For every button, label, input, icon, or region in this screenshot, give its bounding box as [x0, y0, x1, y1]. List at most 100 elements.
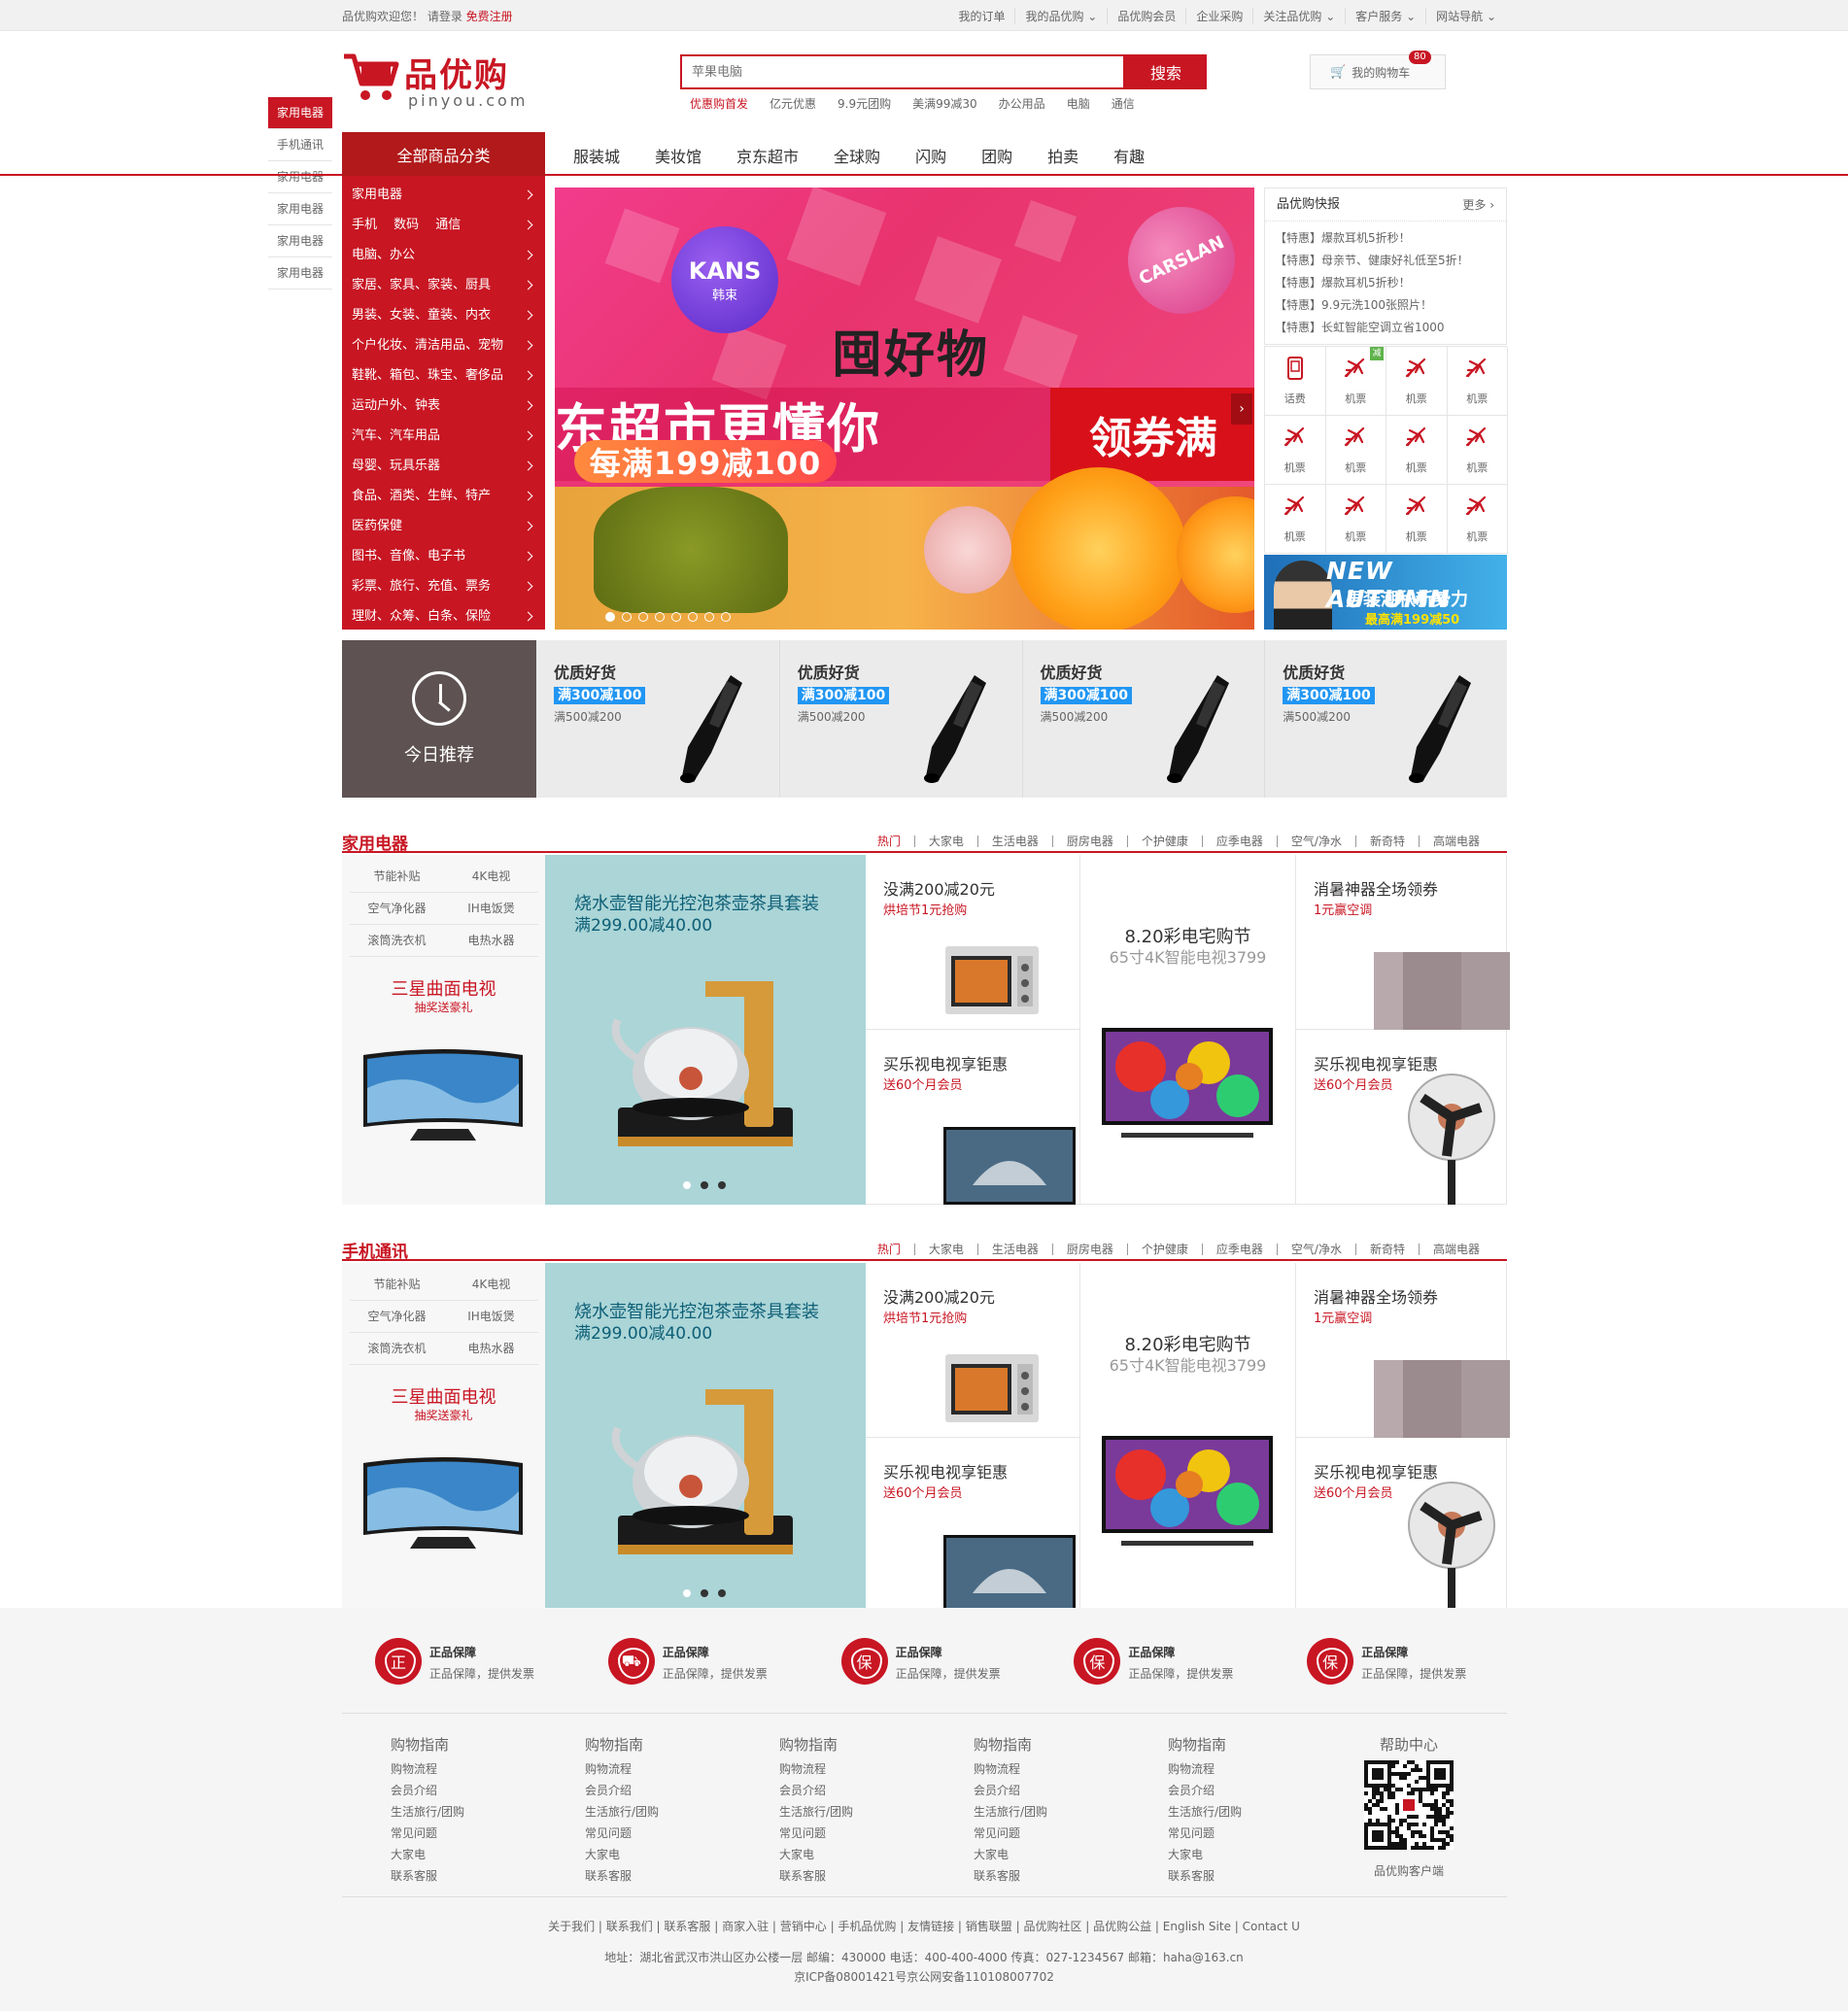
footer-link[interactable]: 会员介绍 — [585, 1780, 731, 1801]
floor-tag-link[interactable]: 电热水器 — [444, 925, 538, 957]
service-item[interactable]: 机票 — [1386, 485, 1448, 554]
category-item[interactable]: 彩票、旅行、充值、票务 — [342, 571, 545, 601]
category-item[interactable]: 个户化妆、清洁用品、宠物 — [342, 330, 545, 360]
floor-tab[interactable]: 厨房电器 — [1051, 1244, 1127, 1255]
floor-tag-link[interactable]: 空气净化器 — [350, 1301, 444, 1333]
service-item[interactable]: 机票 — [1265, 485, 1326, 554]
floor-tag-link[interactable]: IH电饭煲 — [444, 1301, 538, 1333]
slide-dot[interactable] — [622, 612, 632, 622]
hero-banner[interactable]: KANS 韩束 CARSLAN 囤好物 东超市更懂你 每满199减100 领券满… — [555, 187, 1254, 630]
floor-tab[interactable]: 大家电 — [913, 835, 977, 847]
category-item[interactable]: 家用电器 — [342, 180, 545, 210]
news-more-link[interactable]: 更多 › — [1462, 188, 1494, 221]
floor-tag-link[interactable]: 滚筒洗衣机 — [350, 925, 444, 957]
elevator-item[interactable]: 家用电器 — [268, 257, 332, 290]
category-item[interactable]: 手机 数码 通信 — [342, 210, 545, 240]
floor-tag-link[interactable]: 电热水器 — [444, 1333, 538, 1365]
floor-tab[interactable]: 生活电器 — [976, 1244, 1052, 1255]
tv-title[interactable]: 三星曲面电视 — [342, 1383, 545, 1409]
footer-link[interactable]: 大家电 — [391, 1844, 536, 1865]
slide-dot[interactable] — [655, 612, 665, 622]
category-item[interactable]: 医药保健 — [342, 511, 545, 541]
floor-tag-link[interactable]: 节能补贴 — [350, 1269, 444, 1301]
autumn-ad[interactable]: NEW AUTUMN 男装潮秋新势力 最高满199减50 — [1264, 555, 1507, 630]
footer-link[interactable]: 生活旅行/团购 — [585, 1801, 731, 1823]
promo-cell[interactable]: 买乐视电视享钜惠 送60个月会员 — [1296, 1030, 1507, 1205]
banner-next-icon[interactable]: › — [1231, 393, 1252, 425]
register-link[interactable]: 免费注册 — [466, 10, 513, 23]
hotword-link[interactable]: 电脑 — [1067, 95, 1090, 112]
footer-link[interactable]: 会员介绍 — [779, 1780, 925, 1801]
service-item[interactable]: 机票 — [1265, 416, 1326, 485]
floor-tag-link[interactable]: 4K电视 — [444, 861, 538, 893]
nav-item[interactable]: 全球购 — [834, 144, 880, 167]
cart-logo-icon[interactable] — [342, 51, 400, 105]
nav-item[interactable]: 团购 — [981, 144, 1012, 167]
footer-link[interactable]: 常见问题 — [1168, 1823, 1314, 1844]
service-item[interactable]: 机票 — [1447, 347, 1508, 416]
elevator-item[interactable]: 家用电器 — [268, 161, 332, 193]
hotword-link[interactable]: 亿元优惠 — [770, 95, 816, 112]
search-button[interactable]: 搜索 — [1125, 54, 1207, 89]
hotword-link[interactable]: 通信 — [1112, 95, 1135, 112]
footer-link[interactable]: 购物流程 — [585, 1758, 731, 1780]
footer-link[interactable]: 购物流程 — [974, 1758, 1119, 1780]
footer-link[interactable]: 大家电 — [1168, 1844, 1314, 1865]
promo-cell[interactable]: 买乐视电视享钜惠 送60个月会员 — [866, 1438, 1080, 1613]
search-input[interactable] — [682, 56, 1123, 87]
nav-item[interactable]: 美妆馆 — [655, 144, 702, 167]
top-link[interactable]: 我的订单 — [948, 8, 1014, 24]
news-item[interactable]: 【特惠】长虹智能空调立省1000 — [1275, 317, 1496, 339]
category-item[interactable]: 男装、女装、童装、内衣 — [342, 300, 545, 330]
service-item[interactable]: 机票 — [1386, 416, 1448, 485]
top-link[interactable]: 关注品优购 ⌄ — [1252, 8, 1345, 24]
floor-tab[interactable]: 新奇特 — [1354, 835, 1419, 847]
service-item[interactable]: 机票 — [1447, 416, 1508, 485]
category-item[interactable]: 家居、家具、家装、厨具 — [342, 270, 545, 300]
news-item[interactable]: 【特惠】母亲节、健康好礼低至5折！ — [1275, 250, 1496, 272]
top-link[interactable]: 企业采购 — [1185, 8, 1252, 24]
floor-tag-link[interactable]: 空气净化器 — [350, 893, 444, 925]
feature-dot[interactable] — [683, 1181, 691, 1189]
feature-dot[interactable] — [683, 1589, 691, 1597]
footer-link[interactable]: 联系客服 — [585, 1865, 731, 1887]
news-item[interactable]: 【特惠】爆款耳机5折秒！ — [1275, 272, 1496, 294]
floor-tab[interactable]: 高端电器 — [1418, 835, 1493, 847]
floor-tab[interactable]: 大家电 — [913, 1244, 977, 1255]
floor-feature[interactable]: 烧水壶智能光控泡茶壶茶具套装 满299.00减40.00 — [545, 855, 866, 1205]
slide-dot[interactable] — [721, 612, 731, 622]
service-item[interactable]: 机票 — [1386, 347, 1448, 416]
nav-item[interactable]: 有趣 — [1113, 144, 1145, 167]
footer-link[interactable]: 联系客服 — [391, 1865, 536, 1887]
nav-item[interactable]: 服装城 — [573, 144, 620, 167]
category-item[interactable]: 电脑、办公 — [342, 240, 545, 270]
curved-tv-image[interactable] — [359, 1448, 527, 1554]
promo-cell[interactable]: 买乐视电视享钜惠 送60个月会员 — [1296, 1438, 1507, 1613]
recommend-item[interactable]: 优质好货 满300减100 满500减200 — [536, 640, 779, 798]
promo-cell[interactable]: 消暑神器全场领券 1元赢空调 — [1296, 855, 1510, 1030]
hotword-link[interactable]: 优惠购首发 — [690, 95, 748, 112]
footer-link[interactable]: 购物流程 — [391, 1758, 536, 1780]
promo-cell[interactable]: 没满200减20元 烘培节1元抢购 — [866, 855, 1080, 1030]
service-item[interactable]: 机票 — [1447, 485, 1508, 554]
promo-cell[interactable]: 消暑神器全场领券 1元赢空调 — [1296, 1263, 1510, 1438]
footer-link[interactable]: 大家电 — [779, 1844, 925, 1865]
logo-text[interactable]: 品优购 — [404, 49, 509, 96]
floor-feature[interactable]: 烧水壶智能光控泡茶壶茶具套装 满299.00减40.00 — [545, 1263, 866, 1613]
footer-link[interactable]: 生活旅行/团购 — [779, 1801, 925, 1823]
category-item[interactable]: 图书、音像、电子书 — [342, 541, 545, 571]
floor-tab[interactable]: 应季电器 — [1201, 835, 1277, 847]
feature-dot[interactable] — [718, 1181, 726, 1189]
nav-item[interactable]: 闪购 — [915, 144, 946, 167]
footer-link[interactable]: 购物流程 — [1168, 1758, 1314, 1780]
floor-tag-link[interactable]: IH电饭煲 — [444, 893, 538, 925]
footer-link[interactable]: 会员介绍 — [974, 1780, 1119, 1801]
tv-title[interactable]: 三星曲面电视 — [342, 975, 545, 1001]
category-item[interactable]: 母婴、玩具乐器 — [342, 451, 545, 481]
footer-link[interactable]: 购物流程 — [779, 1758, 925, 1780]
slide-dot[interactable] — [704, 612, 714, 622]
footer-link[interactable]: 常见问题 — [391, 1823, 536, 1844]
floor-tab[interactable]: 高端电器 — [1418, 1244, 1493, 1255]
all-categories-button[interactable]: 全部商品分类 — [342, 132, 545, 176]
nav-item[interactable]: 京东超市 — [736, 144, 799, 167]
